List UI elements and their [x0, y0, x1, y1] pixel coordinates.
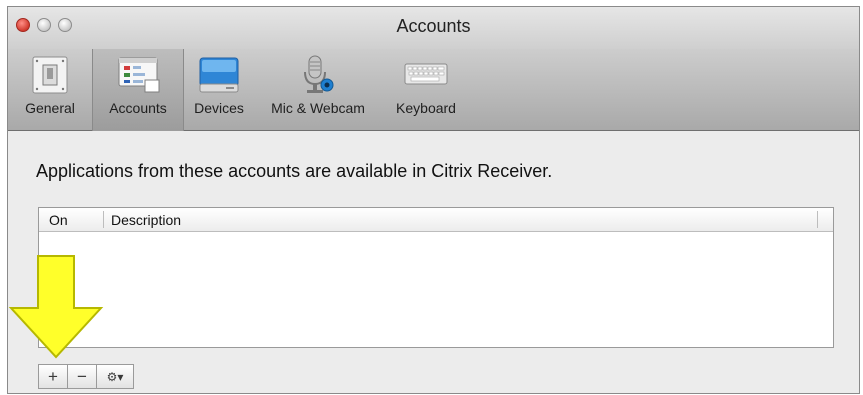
- column-divider: [817, 211, 818, 228]
- window-title: Accounts: [396, 16, 471, 36]
- accounts-window-icon: [118, 57, 160, 93]
- accounts-description: Applications from these accounts are ava…: [36, 161, 553, 181]
- add-account-button[interactable]: +: [38, 364, 68, 389]
- tab-general[interactable]: General: [8, 49, 92, 131]
- tab-accounts-label: Accounts: [109, 100, 167, 116]
- remove-account-button[interactable]: −: [67, 364, 97, 389]
- table-button-bar: + − ⚙▾: [38, 364, 134, 389]
- tab-devices[interactable]: Devices: [184, 49, 254, 131]
- table-header: On Description: [39, 208, 833, 232]
- column-header-on[interactable]: On: [49, 212, 68, 228]
- title-bar: Accounts: [8, 7, 859, 49]
- tab-devices-label: Devices: [194, 100, 244, 116]
- tab-mic-webcam-label: Mic & Webcam: [271, 100, 365, 116]
- tab-keyboard[interactable]: Keyboard: [382, 49, 470, 131]
- tab-mic-webcam[interactable]: Mic & Webcam: [254, 49, 382, 131]
- preferences-window: Accounts General Accounts Devices Mic & …: [7, 6, 860, 394]
- tab-general-label: General: [25, 100, 75, 116]
- drive-icon: [199, 57, 239, 93]
- action-menu-button[interactable]: ⚙▾: [96, 364, 134, 389]
- mic-webcam-icon: [304, 55, 334, 93]
- tab-keyboard-label: Keyboard: [396, 100, 456, 116]
- annotation-arrow-icon: [8, 255, 104, 359]
- tab-accounts[interactable]: Accounts: [92, 49, 184, 131]
- toggle-switch-icon: [32, 56, 68, 94]
- column-divider: [103, 211, 104, 228]
- keyboard-icon: [404, 63, 448, 85]
- accounts-table[interactable]: On Description: [38, 207, 834, 348]
- column-header-description[interactable]: Description: [111, 212, 181, 228]
